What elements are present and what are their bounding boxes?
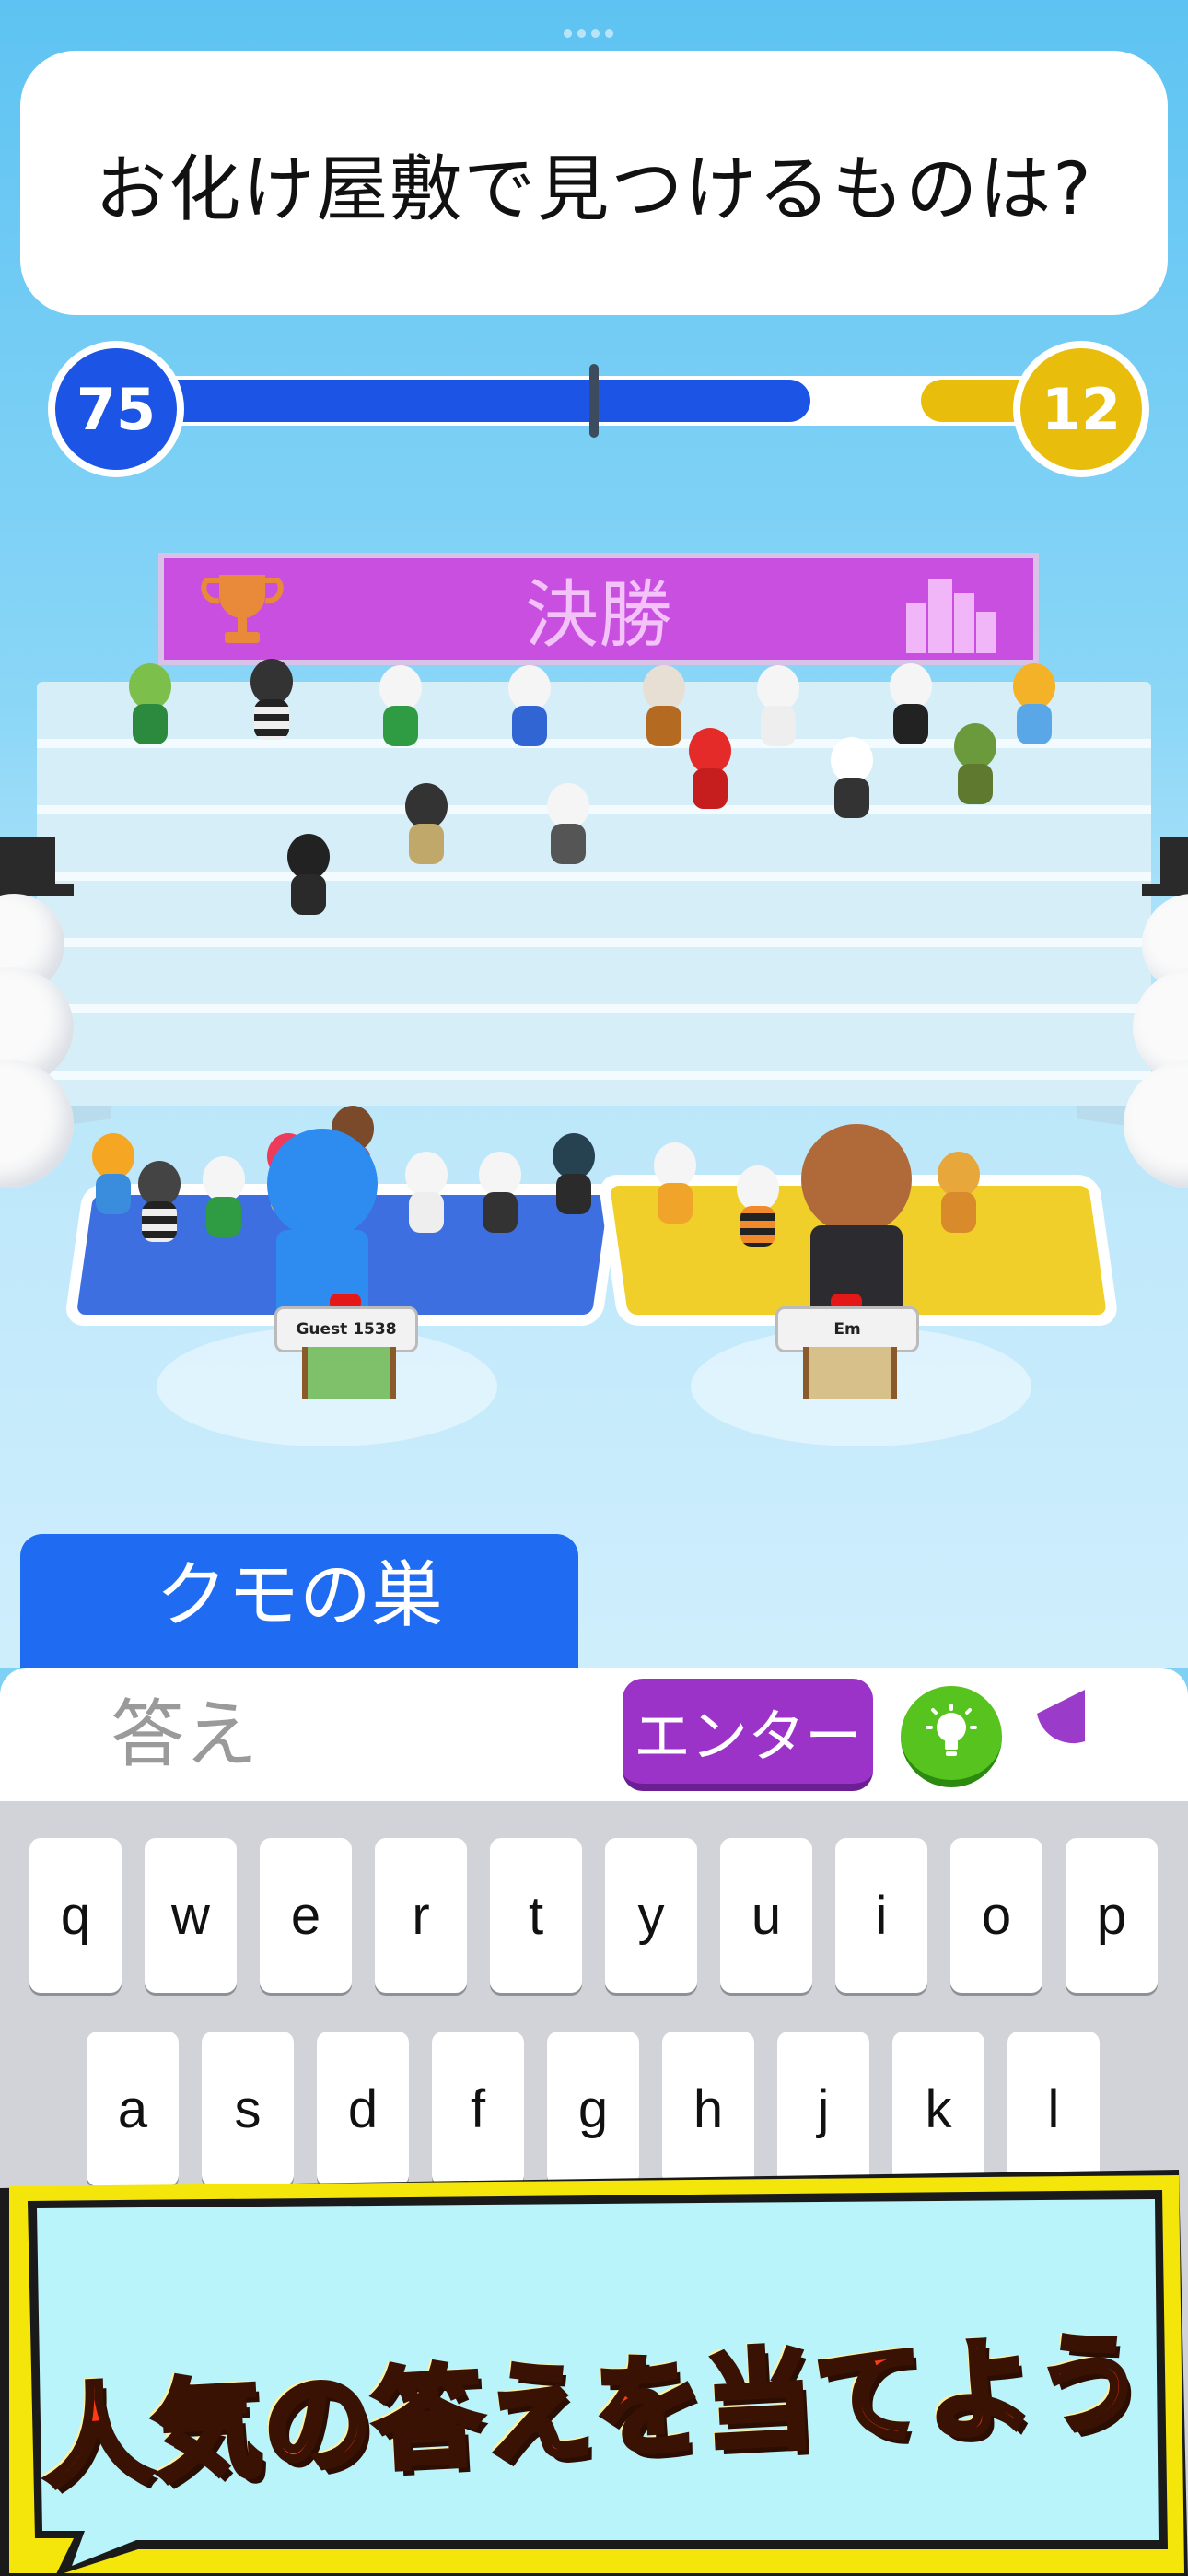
key-r[interactable]: r [375,1838,467,1993]
answer-input[interactable] [111,1686,516,1783]
key-l[interactable]: l [1007,2032,1100,2186]
promo-banner: 人気の答えを当てよう [0,2170,1188,2576]
stage-sign: 決勝 [158,553,1039,665]
key-y[interactable]: y [605,1838,697,1993]
game-scene: お化け屋敷で見つけるものは? 75 12 決勝 Guest 1538 Em クモ… [0,0,1188,1668]
key-e[interactable]: e [260,1838,352,1993]
answer-input-row: エンター [0,1668,1188,1801]
question-card: お化け屋敷で見つけるものは? [20,51,1168,315]
key-g[interactable]: g [547,2032,639,2186]
key-h[interactable]: h [662,2032,754,2186]
key-t[interactable]: t [490,1838,582,1993]
blue-score-fill [111,380,810,422]
podium-right: Em [775,1294,919,1399]
drag-handle[interactable] [564,24,624,38]
blue-score: 75 [48,341,184,477]
snowman-right [1105,837,1188,1198]
player-name-left: Guest 1538 [274,1306,418,1352]
key-q[interactable]: q [29,1838,122,1993]
key-p[interactable]: p [1066,1838,1158,1993]
key-j[interactable]: j [777,2032,869,2186]
player-name-right: Em [775,1306,919,1352]
key-w[interactable]: w [145,1838,237,1993]
hint-button[interactable] [901,1686,1002,1787]
city-icon [906,579,996,653]
key-f[interactable]: f [432,2032,524,2186]
key-s[interactable]: s [202,2032,294,2186]
answer-tab: クモの巣 [20,1534,578,1668]
timer-icon [1037,1690,1085,1744]
question-text: お化け屋敷で見つけるものは? [95,147,1093,231]
key-a[interactable]: a [87,2032,179,2186]
lightbulb-icon [926,1704,977,1756]
podium-left: Guest 1538 [274,1294,418,1399]
key-d[interactable]: d [317,2032,409,2186]
score-midpoint-marker [589,364,599,438]
key-k[interactable]: k [892,2032,984,2186]
yellow-score: 12 [1013,341,1149,477]
key-u[interactable]: u [720,1838,812,1993]
key-i[interactable]: i [835,1838,927,1993]
snowman-left [0,837,101,1198]
enter-button[interactable]: エンター [623,1679,873,1791]
revealed-answer: クモの巣 [155,1554,443,1637]
key-o[interactable]: o [950,1838,1042,1993]
